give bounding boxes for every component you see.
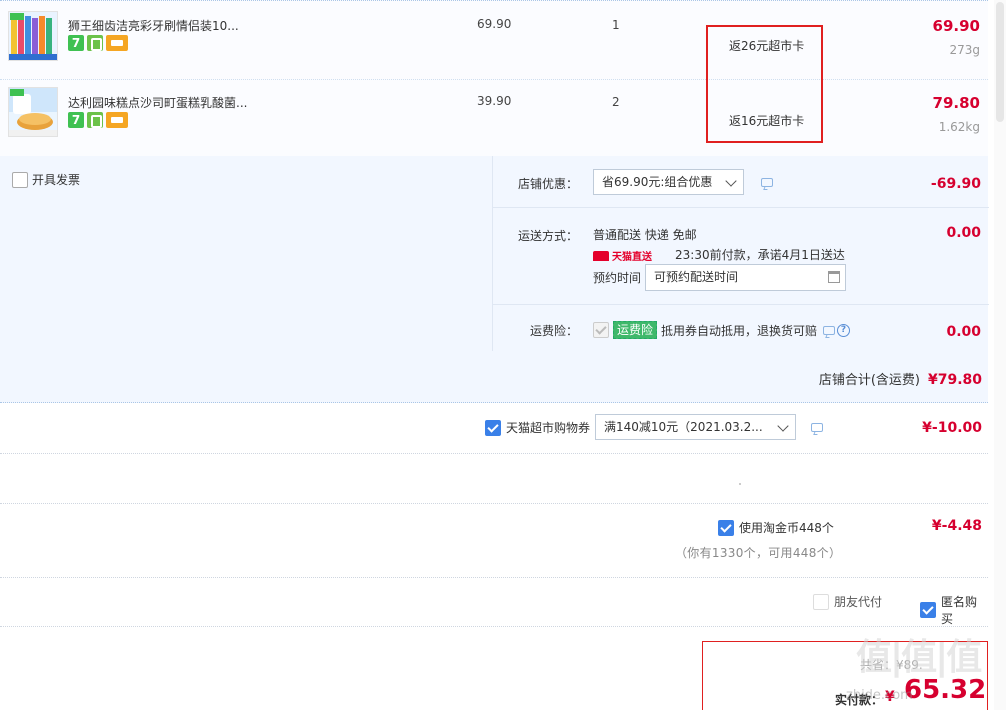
delivery-note: 23:30前付款，承诺4月1日送达 [675,248,845,262]
card-icon [106,35,128,51]
chevron-down-icon [777,420,789,432]
order-options: 店铺优惠： 省69.90元:组合优惠 -69.90 运送方式： 普通配送 快递 … [492,156,989,351]
coin-amount: ¥-4.48 [931,518,982,534]
anonymous-option[interactable]: 匿名购买 [920,593,988,627]
shop-subtotal-label: 店铺合计(含运费) [818,373,920,388]
coupon-checkbox[interactable] [485,419,501,436]
shop-subtotal-amount: ¥79.80 [927,372,982,388]
help-icon[interactable]: ? [837,324,850,337]
tmall-direct-text: 天猫直送 [612,252,652,263]
item-total: 79.80 [932,94,980,112]
vertical-scrollbar[interactable] [994,0,1006,710]
insurance-tag: 运费险 [613,321,658,339]
coin-row: 使用淘金币448个 （你有1330个，可用448个） ¥-4.48 [0,504,988,578]
final-currency: ¥ [885,689,895,705]
quantity: 1 [612,18,620,32]
message-icon[interactable] [811,423,823,432]
coin-checkbox[interactable] [718,519,734,536]
card-icon [106,112,128,128]
shipping-method: 普通配送 快递 免邮 [593,228,697,242]
friend-pay-option[interactable]: 朋友代付 [813,593,882,610]
invoice-option[interactable]: 开具发票 [12,171,80,188]
product-name[interactable]: 达利园味糕点沙司町蛋糕乳酸菌... [68,94,247,111]
product-name[interactable]: 狮王细齿洁亮彩牙刷情侣装10... [68,17,239,34]
final-label: 实付款： [835,693,884,707]
insurance-amount: 0.00 [946,324,981,340]
payment-options-row: 朋友代付 匿名购买 [0,578,988,627]
message-icon[interactable] [823,326,835,335]
shipping-amount: 0.00 [946,225,981,241]
chevron-down-icon [725,175,737,187]
gift-icon [87,35,103,51]
anonymous-label: 匿名购买 [941,595,978,626]
shop-subtotal: 店铺合计(含运费) ¥79.80 [819,369,982,388]
coupon-value: 满140减10元（2021.03.2... [604,420,763,434]
quantity: 2 [612,95,620,109]
tmall-icon [593,250,609,261]
savings-text: 共省：¥89. [860,658,923,672]
schedule-label: 预约时间 [593,271,642,285]
service-badges: 7 [68,35,128,51]
anonymous-checkbox[interactable] [920,602,936,618]
tmall-direct-badge: 天猫直送 [593,248,652,263]
insurance-label: 运费险： [530,324,579,338]
service-badges: 7 [68,112,128,128]
invoice-label: 开具发票 [32,173,81,187]
insurance-option: 运费险 抵用券自动抵用，退换货可赔 [593,321,817,339]
rebate-highlight-box [706,25,823,143]
scrollbar-thumb[interactable] [996,2,1004,122]
seven-day-return-icon: 7 [68,112,84,128]
item-weight: 1.62kg [938,120,980,134]
divider-dot [739,483,741,485]
shop-discount-select[interactable]: 省69.90元:组合优惠 [593,169,744,195]
schedule-time-value: 可预约配送时间 [654,270,739,284]
insurance-text: 抵用券自动抵用，退换货可赔 [661,323,818,338]
item-weight: 273g [949,43,980,57]
shop-discount-amount: -69.90 [930,176,981,192]
item-total: 69.90 [932,17,980,35]
product-image-cake[interactable] [8,87,58,137]
coin-option[interactable]: 使用淘金币448个 [718,519,834,536]
calendar-icon[interactable] [828,271,840,283]
coin-note: （你有1330个，可用448个） [675,546,842,560]
coupon-amount: ¥-10.00 [922,420,982,436]
coin-label: 使用淘金币448个 [739,521,834,535]
friend-pay-label: 朋友代付 [834,595,883,609]
unit-price: 39.90 [477,94,512,108]
coupon-row: 天猫超市购物券 满140减10元（2021.03.2... ¥-10.00 [0,404,988,454]
product-list: 狮王细齿洁亮彩牙刷情侣装10... 7 69.90 1 返26元超市卡 69.9… [0,0,988,156]
friend-pay-checkbox[interactable] [813,593,829,610]
product-row: 达利园味糕点沙司町蛋糕乳酸菌... 7 39.90 2 返16元超市卡 79.8… [0,81,988,157]
shop-discount-row: 店铺优惠： 省69.90元:组合优惠 -69.90 [493,156,989,208]
insurance-row: 运费险： 运费险 抵用券自动抵用，退换货可赔 ? 0.00 [493,305,989,351]
schedule-time-input[interactable]: 可预约配送时间 [645,264,846,291]
product-row: 狮王细齿洁亮彩牙刷情侣装10... 7 69.90 1 返26元超市卡 69.9… [0,4,988,80]
insurance-checkbox [593,322,609,338]
unit-price: 69.90 [477,17,512,31]
shipping-row: 运送方式： 普通配送 快递 免邮 天猫直送 23:30前付款，承诺4月1日送达 … [493,208,989,305]
product-image-toothbrush[interactable] [8,11,58,61]
final-amount: 65.32 [904,675,987,705]
message-icon[interactable] [761,178,773,187]
shop-discount-label: 店铺优惠： [518,177,579,191]
spacer-row [0,454,988,504]
invoice-checkbox[interactable] [12,171,28,188]
gift-icon [87,112,103,128]
coupon-select[interactable]: 满140减10元（2021.03.2... [595,414,796,440]
order-options-panel: 开具发票 店铺优惠： 省69.90元:组合优惠 -69.90 运送方式： 普通配… [0,156,989,403]
coupon-option[interactable]: 天猫超市购物券 [485,419,590,436]
shop-discount-value: 省69.90元:组合优惠 [602,175,713,189]
checkout-page: 狮王细齿洁亮彩牙刷情侣装10... 7 69.90 1 返26元超市卡 69.9… [0,0,1006,710]
seven-day-return-icon: 7 [68,35,84,51]
shipping-label: 运送方式： [518,229,579,243]
coupon-label: 天猫超市购物券 [506,421,591,435]
